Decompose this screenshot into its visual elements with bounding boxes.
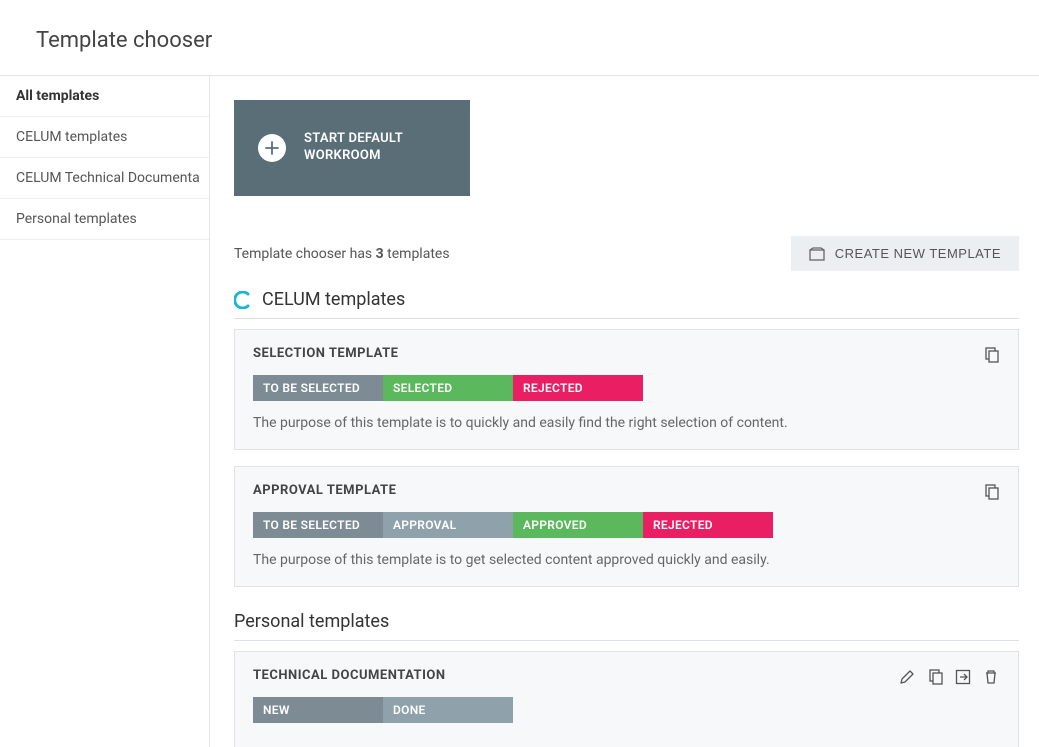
new-template-icon bbox=[809, 247, 825, 261]
sidebar-item-0[interactable]: All templates bbox=[0, 76, 209, 117]
stage-pill: DONE bbox=[383, 697, 513, 723]
template-card-description: The purpose of this template is to get s… bbox=[253, 552, 1000, 568]
copy-icon[interactable] bbox=[982, 346, 1000, 364]
stage-pill: APPROVED bbox=[513, 512, 643, 538]
celum-logo-icon bbox=[234, 291, 252, 309]
start-default-workroom-button[interactable]: START DEFAULT WORKROOM bbox=[234, 100, 470, 196]
template-card-description: The purpose of this template is to quick… bbox=[253, 415, 1000, 431]
copy-icon[interactable] bbox=[926, 668, 944, 686]
start-default-workroom-label: START DEFAULT WORKROOM bbox=[304, 131, 446, 165]
plus-icon bbox=[258, 134, 286, 162]
template-card-title: TECHNICAL DOCUMENTATION bbox=[253, 668, 446, 683]
template-card-actions bbox=[982, 346, 1000, 364]
delete-icon[interactable] bbox=[982, 668, 1000, 686]
stage-pill: NEW bbox=[253, 697, 383, 723]
template-stages: NEWDONE bbox=[253, 697, 1000, 723]
main-content: START DEFAULT WORKROOM Template chooser … bbox=[210, 76, 1039, 747]
stage-pill: SELECTED bbox=[383, 375, 513, 401]
stage-pill: REJECTED bbox=[643, 512, 773, 538]
copy-icon[interactable] bbox=[982, 483, 1000, 501]
stage-pill: TO BE SELECTED bbox=[253, 512, 383, 538]
template-card[interactable]: APPROVAL TEMPLATE TO BE SELECTEDAPPROVALA… bbox=[234, 466, 1019, 587]
template-card[interactable]: SELECTION TEMPLATE TO BE SELECTEDSELECTED… bbox=[234, 329, 1019, 450]
template-card-title: SELECTION TEMPLATE bbox=[253, 346, 398, 361]
template-card-actions bbox=[982, 483, 1000, 501]
edit-icon[interactable] bbox=[898, 668, 916, 686]
sidebar-item-3[interactable]: Personal templates bbox=[0, 199, 209, 240]
stage-pill: REJECTED bbox=[513, 375, 643, 401]
page-header: Template chooser bbox=[0, 0, 1039, 76]
sidebar-item-1[interactable]: CELUM templates bbox=[0, 117, 209, 158]
template-card[interactable]: TECHNICAL DOCUMENTATION NEWDONE bbox=[234, 651, 1019, 747]
template-stages: TO BE SELECTEDSELECTEDREJECTED bbox=[253, 375, 1000, 401]
create-new-template-label: CREATE NEW TEMPLATE bbox=[835, 246, 1001, 261]
stage-pill: APPROVAL bbox=[383, 512, 513, 538]
sidebar: All templatesCELUM templatesCELUM Techni… bbox=[0, 76, 210, 747]
create-new-template-button[interactable]: CREATE NEW TEMPLATE bbox=[791, 236, 1019, 271]
export-icon[interactable] bbox=[954, 668, 972, 686]
template-count-summary: Template chooser has 3 templates bbox=[234, 246, 450, 262]
template-card-actions bbox=[898, 668, 1000, 686]
template-stages: TO BE SELECTEDAPPROVALAPPROVEDREJECTED bbox=[253, 512, 1000, 538]
page-title: Template chooser bbox=[36, 28, 1003, 53]
template-card-title: APPROVAL TEMPLATE bbox=[253, 483, 396, 498]
section-title-0: CELUM templates bbox=[234, 289, 1019, 319]
stage-pill: TO BE SELECTED bbox=[253, 375, 383, 401]
sidebar-item-2[interactable]: CELUM Technical Documenta bbox=[0, 158, 209, 199]
section-title-1: Personal templates bbox=[234, 611, 1019, 641]
